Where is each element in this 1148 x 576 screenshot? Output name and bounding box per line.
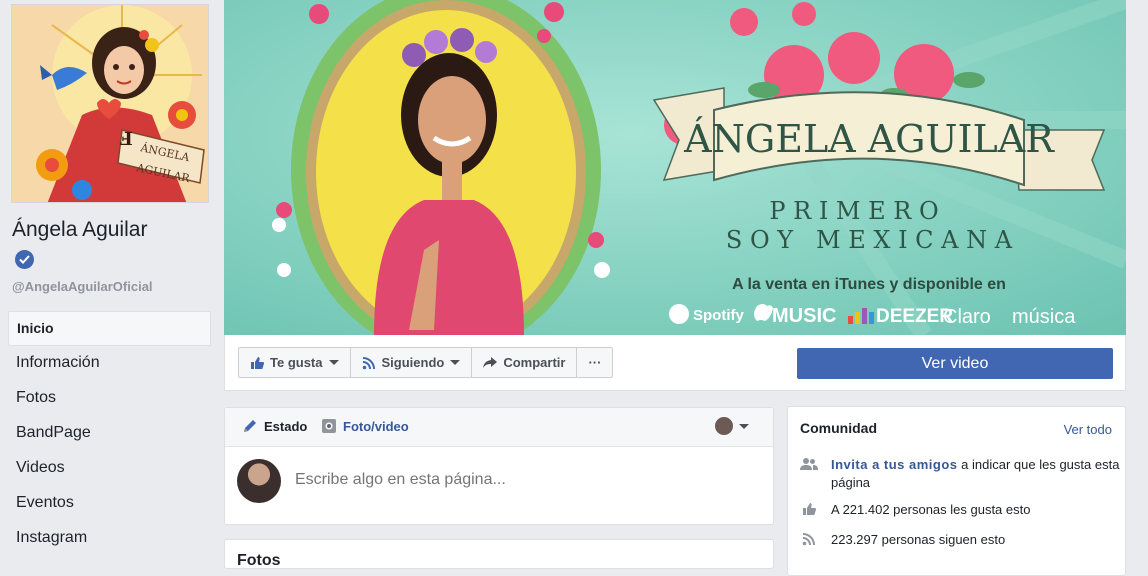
apple-music-logo: MUSIC [772,305,836,327]
likes-row: A 221.402 personas les gusta esto [800,501,1121,519]
like-button[interactable]: Te gusta [239,348,351,377]
svg-text:Ⅎ: Ⅎ [120,129,133,150]
page-action-bar: Te gusta Siguiendo Compartir ··· Ver vid… [224,335,1126,391]
composer-input[interactable] [295,471,715,489]
nav-item-instagram[interactable]: Instagram [8,521,211,556]
more-dots-icon: ··· [588,355,602,370]
profile-illustration: ÁNGELA AGUILAR Ⅎ [12,5,208,202]
more-options-button[interactable]: ··· [577,348,612,377]
nav-item-fotos[interactable]: Fotos [8,381,211,416]
tab-photo-video[interactable]: Foto/video [321,418,409,434]
followers-row: 223.297 personas siguen esto [800,531,1121,549]
thumbs-up-icon [250,356,264,370]
see-all-link[interactable]: Ver todo [1064,422,1112,437]
avatar [237,459,281,503]
followers-count-text: 223.297 personas siguen esto [831,532,1006,547]
avatar [715,417,733,435]
chevron-down-icon [450,360,461,365]
cover-sale-text: A la venta en iTunes y disponible en [732,276,1006,293]
claro-musica-logo: música [1012,306,1076,328]
pencil-icon [242,418,258,434]
community-card: Comunidad Ver todo Invita a tus amigos a… [787,406,1126,576]
rss-feed-icon [362,356,376,370]
watch-video-button[interactable]: Ver video [797,348,1113,379]
invite-friends-link[interactable]: Invita a tus amigos [831,457,958,472]
photos-section: Fotos [224,539,774,569]
share-button[interactable]: Compartir [472,348,578,377]
nav-item-videos[interactable]: Videos [8,451,211,486]
like-label: Te gusta [270,355,323,370]
following-label: Siguiendo [381,355,445,370]
tab-photo-label: Foto/video [343,418,409,434]
post-as-selector[interactable] [715,417,749,435]
left-sidebar: ÁNGELA AGUILAR Ⅎ Ángela Aguilar @AngelaA… [0,0,222,560]
share-arrow-icon [483,356,498,369]
nav-item-eventos[interactable]: Eventos [8,486,211,521]
invite-row: Invita a tus amigos a indicar que les gu… [800,456,1121,492]
spotify-logo: Spotify [693,307,744,324]
tab-status-label: Estado [264,418,308,434]
page-profile-picture[interactable]: ÁNGELA AGUILAR Ⅎ [11,4,209,203]
nav-item-informacion[interactable]: Información [8,346,211,381]
people-icon [800,456,818,492]
page-title[interactable]: Ángela Aguilar [12,218,147,242]
tab-status[interactable]: Estado [242,418,307,434]
following-button[interactable]: Siguiendo [351,348,473,377]
composer-tabs: Estado Foto/video [225,408,773,447]
cover-artwork: ÁNGELA AGUILAR P R I M E R O S O Y M E X… [224,0,1126,335]
thumbs-up-icon [800,501,818,519]
share-label: Compartir [503,355,566,370]
deezer-logo: DEEZER [876,306,953,327]
page-action-buttons: Te gusta Siguiendo Compartir ··· [238,347,614,378]
likes-count-text: A 221.402 personas les gusta esto [831,502,1031,517]
page-username[interactable]: @AngelaAguilarOficial [12,279,153,294]
photos-section-title[interactable]: Fotos [237,552,281,570]
community-title: Comunidad [800,420,877,436]
chevron-down-icon [328,360,339,365]
chevron-down-icon [739,423,749,429]
rss-feed-icon [800,531,818,549]
verified-badge-icon [15,250,34,269]
page-nav: Inicio Información Fotos BandPage Videos… [8,311,211,556]
cover-photo[interactable]: ÁNGELA AGUILAR P R I M E R O S O Y M E X… [224,0,1126,335]
nav-item-bandpage[interactable]: BandPage [8,416,211,451]
claro-logo: Claro [943,306,991,328]
cover-title: ÁNGELA AGUILAR [683,117,1055,161]
cover-subtitle-1: P R I M E R O [769,197,938,225]
nav-item-inicio[interactable]: Inicio [8,311,211,346]
camera-icon [321,418,337,434]
post-composer: Estado Foto/video [224,407,774,525]
cover-subtitle-2: S O Y M E X I C A N A [726,226,1013,254]
